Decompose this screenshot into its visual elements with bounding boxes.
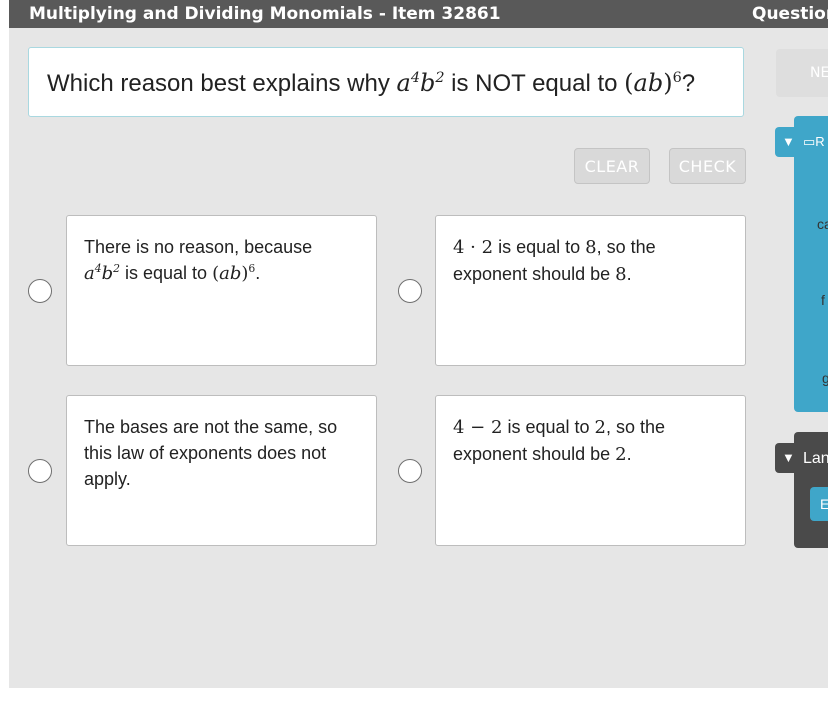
choice-b-mid: is equal to xyxy=(493,237,586,257)
choice-d-line2: exponent should be 2. xyxy=(453,441,729,468)
choice-d-period: . xyxy=(626,444,632,464)
expression-ab6: (ab)6 xyxy=(212,262,256,284)
language-label: Lan xyxy=(803,450,828,467)
choice-a-period: . xyxy=(255,263,261,283)
item-title: Multiplying and Dividing Monomials - Ite… xyxy=(29,4,501,24)
prompt-text-before: Which reason best explains why xyxy=(47,70,397,97)
check-button[interactable]: CHECK xyxy=(669,148,746,184)
choice-a-line2: a4b2 is equal to (ab)6. xyxy=(84,260,360,287)
choice-a-card[interactable]: There is no reason, because a4b2 is equa… xyxy=(66,215,377,366)
triangle-down-icon: ▼ xyxy=(782,450,795,465)
choice-b-line2-text: exponent should be xyxy=(453,264,616,284)
choice-d-result: 2 xyxy=(594,417,606,438)
choice-d-tail: , so the xyxy=(605,417,665,437)
radio-choice-d[interactable] xyxy=(398,459,422,483)
choice-b-line2: exponent should be 8. xyxy=(453,261,729,288)
choice-b-card[interactable]: 4 · 2 is equal to 8, so the exponent sho… xyxy=(435,215,746,366)
choice-b-exponent: 8 xyxy=(615,264,627,285)
choice-d-exponent: 2 xyxy=(615,444,627,465)
choice-b-line1: 4 · 2 is equal to 8, so the xyxy=(453,234,729,261)
choice-c-card[interactable]: The bases are not the same, so this law … xyxy=(66,395,377,546)
choice-a-equal-text: is equal to xyxy=(120,263,213,283)
expression-a4b2: a4b2 xyxy=(84,262,121,284)
prompt-text-after: ? xyxy=(681,70,696,97)
choice-d-card[interactable]: 4 − 2 is equal to 2, so the exponent sho… xyxy=(435,395,746,546)
title-bar: Multiplying and Dividing Monomials - Ite… xyxy=(9,0,828,28)
choice-d-mid: is equal to xyxy=(502,417,595,437)
question-prompt: Which reason best explains why a4b2 is N… xyxy=(28,47,744,117)
choice-b-tail: , so the xyxy=(596,237,656,257)
expression-a4b2: a4b2 xyxy=(396,69,445,97)
choice-a-line1: There is no reason, because xyxy=(84,237,313,257)
resources-header[interactable]: ▭R xyxy=(803,134,825,150)
clear-button[interactable]: CLEAR xyxy=(574,148,650,184)
calculator-icon: ▭ xyxy=(803,134,816,149)
choice-d-operation: 4 − 2 xyxy=(453,417,503,438)
radio-choice-b[interactable] xyxy=(398,279,422,303)
triangle-down-icon: ▼ xyxy=(782,134,795,149)
choice-b-period: . xyxy=(626,264,632,284)
resources-label: R xyxy=(815,134,825,149)
resources-panel xyxy=(794,116,828,412)
language-collapse-toggle[interactable]: ▼ xyxy=(775,443,805,473)
language-option-button[interactable]: E xyxy=(810,487,828,521)
next-button[interactable]: NE xyxy=(776,49,828,97)
prompt-text-middle: is NOT equal to xyxy=(444,70,625,97)
resources-collapse-toggle[interactable]: ▼ xyxy=(775,127,805,157)
choice-c-text: The bases are not the same, so this law … xyxy=(84,417,338,489)
resource-item-1[interactable]: ca xyxy=(817,216,828,232)
choice-b-result: 8 xyxy=(585,237,597,258)
choice-d-line2-text: exponent should be xyxy=(453,444,616,464)
resource-item-3[interactable]: g xyxy=(822,370,828,386)
choice-d-line1: 4 − 2 is equal to 2, so the xyxy=(453,414,729,441)
expression-ab6: (ab)6 xyxy=(624,69,682,97)
radio-choice-c[interactable] xyxy=(28,459,52,483)
choice-b-operation: 4 · 2 xyxy=(453,237,494,258)
resource-item-2[interactable]: f xyxy=(821,292,825,308)
question-label: Question xyxy=(752,4,828,24)
radio-choice-a[interactable] xyxy=(28,279,52,303)
